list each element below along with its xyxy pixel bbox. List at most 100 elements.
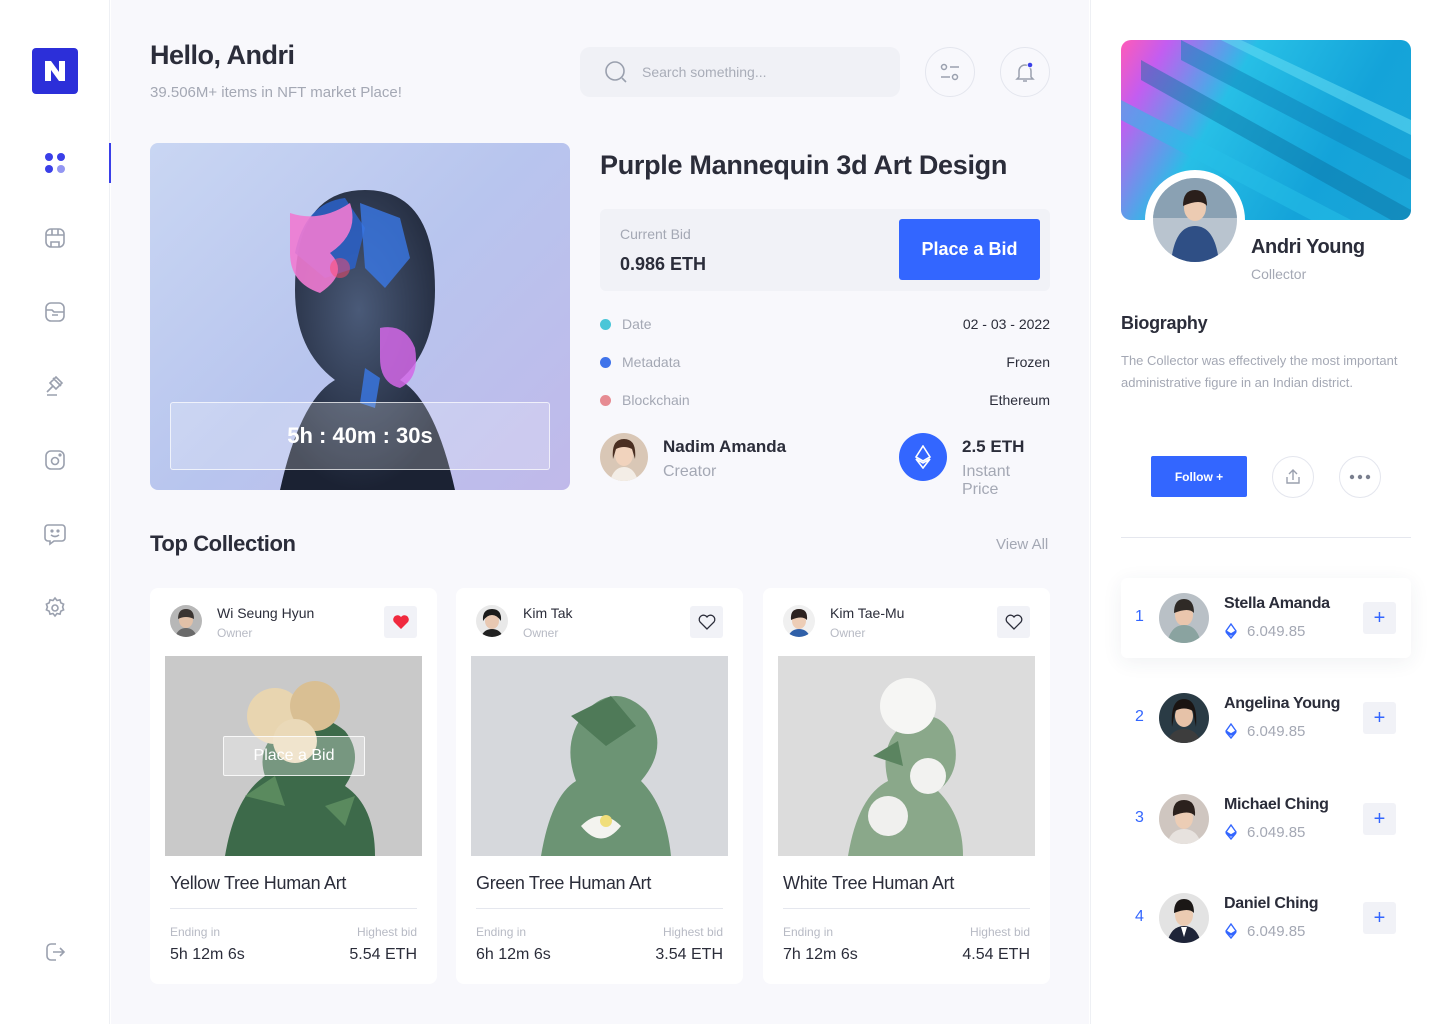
ethereum-icon	[1225, 923, 1237, 939]
collection-card[interactable]: Kim Tae-Mu Owner White Tree Human Art En…	[763, 588, 1050, 984]
owner-avatar[interactable]	[476, 605, 508, 637]
collector-item[interactable]: 3 Michael Ching 6.049.85 +	[1121, 779, 1411, 859]
collector-avatar[interactable]	[1159, 593, 1209, 643]
ethereum-icon	[1225, 824, 1237, 840]
biography-text: The Collector was effectively the most i…	[1121, 353, 1398, 390]
logout-icon	[46, 943, 66, 961]
more-options-button[interactable]	[1339, 456, 1381, 498]
card-place-bid-button[interactable]: Place a Bid	[223, 736, 365, 776]
hero-artwork[interactable]: 5h : 40m : 30s	[150, 143, 570, 490]
creator-avatar[interactable]	[600, 433, 648, 481]
collector-item[interactable]: 4 Daniel Ching 6.049.85 +	[1121, 878, 1411, 958]
heart-outline-icon	[1005, 614, 1022, 630]
profile-avatar[interactable]	[1145, 170, 1245, 270]
collector-value: 6.049.85	[1247, 723, 1306, 740]
nav-wallet[interactable]	[0, 440, 110, 480]
collector-name: Michael Ching	[1224, 796, 1329, 813]
owner-name: Kim Tae-Mu	[830, 605, 905, 621]
hero-title: Purple Mannequin 3d Art Design	[600, 150, 1008, 180]
plus-icon: +	[1373, 906, 1386, 929]
brand-logo[interactable]	[32, 48, 78, 94]
nav-chat[interactable]	[0, 514, 110, 554]
blockchain-dot-icon	[600, 394, 611, 406]
card-divider	[170, 908, 417, 909]
collector-avatar[interactable]	[1159, 893, 1209, 943]
collector-avatar[interactable]	[1159, 693, 1209, 743]
add-collector-button[interactable]: +	[1363, 902, 1396, 934]
collector-avatar[interactable]	[1159, 794, 1209, 844]
place-bid-button[interactable]: Place a Bid	[899, 219, 1040, 280]
nav-settings[interactable]	[0, 588, 110, 628]
meta-label: Blockchain	[622, 392, 690, 408]
owner-name: Wi Seung Hyun	[217, 605, 315, 621]
meta-label: Date	[622, 316, 652, 332]
meta-label: Metadata	[622, 354, 681, 370]
meta-row-date: Date 02 - 03 - 2022	[600, 314, 1050, 334]
profile-panel: Andri Young Collector Biography The Coll…	[1090, 0, 1440, 1024]
section-title: Top Collection	[150, 531, 296, 556]
follow-button[interactable]: Follow +	[1151, 456, 1247, 497]
add-collector-button[interactable]: +	[1363, 702, 1396, 734]
ending-value: 5h 12m 6s	[170, 946, 245, 963]
highest-bid-label: Highest bid	[969, 925, 1030, 939]
profile-divider	[1121, 537, 1411, 538]
notification-button[interactable]	[1000, 47, 1050, 97]
share-button[interactable]	[1272, 456, 1314, 498]
sidebar	[0, 0, 111, 1024]
like-button[interactable]	[690, 606, 723, 638]
ethereum-icon	[1225, 723, 1237, 739]
card-divider	[476, 908, 723, 909]
auction-timer: 5h : 40m : 30s	[170, 402, 550, 470]
view-all-link[interactable]: View All	[996, 536, 1048, 553]
collector-rank: 4	[1135, 908, 1144, 925]
nav-logout[interactable]	[0, 932, 110, 972]
collector-item[interactable]: 2 Angelina Young 6.049.85 +	[1121, 678, 1411, 758]
meta-value: Ethereum	[989, 392, 1050, 408]
collector-avatar-image	[1159, 693, 1209, 743]
collector-rank: 1	[1135, 608, 1144, 625]
collector-avatar-image	[1159, 794, 1209, 844]
highest-bid-value: 4.54 ETH	[962, 946, 1030, 963]
card-artwork[interactable]	[778, 656, 1035, 856]
meta-value: Frozen	[1006, 354, 1050, 370]
share-icon	[1286, 469, 1300, 484]
card-artwork[interactable]	[471, 656, 728, 856]
card-artwork[interactable]: Place a Bid	[165, 656, 422, 856]
search-input[interactable]	[642, 64, 882, 80]
owner-avatar-image	[783, 605, 815, 637]
filter-icon	[940, 63, 959, 81]
add-collector-button[interactable]: +	[1363, 803, 1396, 835]
add-collector-button[interactable]: +	[1363, 602, 1396, 634]
instant-price-label: Instant Price	[962, 463, 1011, 498]
ending-label: Ending in	[476, 925, 527, 939]
collection-card[interactable]: Wi Seung Hyun Owner Place a Bid Yellow T…	[150, 588, 437, 984]
metadata-dot-icon	[600, 356, 611, 368]
plus-icon: +	[1373, 706, 1386, 729]
ending-value: 6h 12m 6s	[476, 946, 551, 963]
logo-n-icon	[45, 61, 65, 81]
collector-avatar-image	[1159, 893, 1209, 943]
current-bid-box: Current Bid 0.986 ETH Place a Bid	[600, 209, 1050, 291]
collector-name: Angelina Young	[1224, 695, 1341, 712]
green-tree-artwork-image	[471, 656, 728, 856]
chat-icon	[44, 524, 66, 546]
search-bar[interactable]	[580, 47, 900, 97]
owner-avatar[interactable]	[170, 605, 202, 637]
collection-card[interactable]: Kim Tak Owner Green Tree Human Art Endin…	[456, 588, 743, 984]
nav-folder[interactable]	[0, 292, 110, 332]
nav-shop[interactable]	[0, 218, 110, 258]
filter-button[interactable]	[925, 47, 975, 97]
nav-dashboard[interactable]	[0, 143, 111, 183]
white-tree-artwork-image	[778, 656, 1035, 856]
collector-rank: 3	[1135, 809, 1144, 826]
collector-item[interactable]: 1 Stella Amanda 6.049.85 +	[1121, 578, 1411, 658]
auction-icon	[46, 375, 64, 396]
plus-icon: +	[1373, 807, 1386, 830]
creator-avatar-image	[600, 433, 648, 481]
meta-value: 02 - 03 - 2022	[962, 316, 1050, 332]
date-dot-icon	[600, 318, 611, 330]
like-button[interactable]	[997, 606, 1030, 638]
like-button[interactable]	[384, 606, 417, 638]
owner-avatar[interactable]	[783, 605, 815, 637]
nav-auction[interactable]	[0, 366, 110, 406]
